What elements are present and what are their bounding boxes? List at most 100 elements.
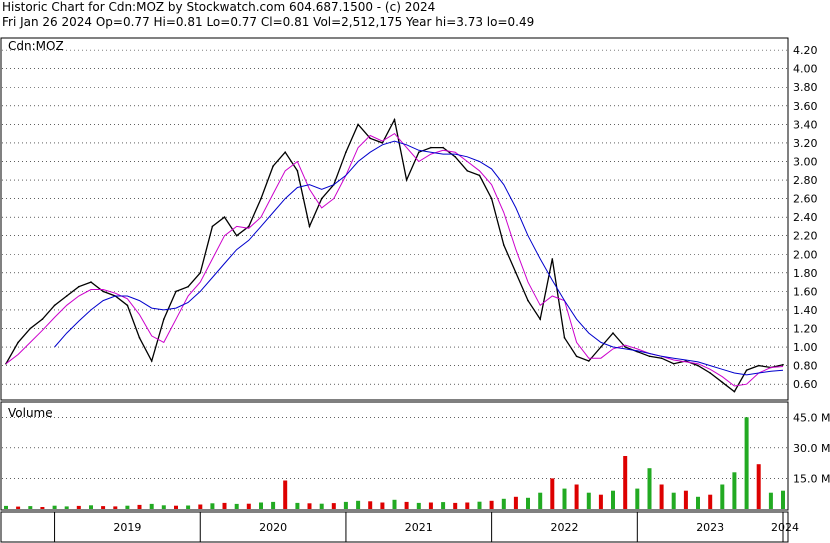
price-point xyxy=(672,362,675,365)
volume-bar xyxy=(538,492,543,509)
volume-panel-frame xyxy=(0,401,789,511)
price-point xyxy=(478,174,481,177)
price-tick-label: 4.00 xyxy=(793,63,818,76)
x-tick-label: 2023 xyxy=(696,521,724,534)
x-tick-label: 2020 xyxy=(259,521,287,534)
volume-bar xyxy=(623,456,628,509)
volume-bar xyxy=(441,502,446,509)
volume-bar xyxy=(89,505,93,509)
volume-bar xyxy=(392,499,397,509)
price-point xyxy=(551,258,554,260)
volume-bar xyxy=(598,494,603,509)
price-point xyxy=(575,355,578,358)
volume-y-axis: 45.0 M 30.0 M 15.0 M xyxy=(793,411,830,485)
volume-bar xyxy=(295,502,300,509)
volume-bar xyxy=(781,490,785,509)
price-point xyxy=(17,341,19,344)
price-point xyxy=(357,123,359,126)
price-point xyxy=(709,372,711,374)
price-point xyxy=(466,170,469,172)
price-tick-label: 1.60 xyxy=(793,285,818,298)
price-point xyxy=(296,170,299,172)
volume-bar xyxy=(368,501,373,509)
price-point xyxy=(745,369,748,372)
volume-bar xyxy=(28,506,33,509)
price-tick-label: 2.20 xyxy=(793,230,818,243)
price-tick-label: 1.20 xyxy=(793,322,818,335)
volume-tick-label: 45.0 M xyxy=(793,411,830,424)
volume-bar xyxy=(222,502,227,509)
price-point xyxy=(782,363,784,366)
volume-bar xyxy=(161,505,166,509)
price-point xyxy=(660,357,663,360)
x-tick-label: 2022 xyxy=(551,521,579,534)
price-point xyxy=(272,165,274,167)
volume-bar xyxy=(671,492,676,509)
volume-bar xyxy=(101,506,106,509)
volume-bar xyxy=(550,478,555,509)
volume-bar xyxy=(319,503,324,509)
price-tick-label: 0.60 xyxy=(793,378,818,391)
price-point xyxy=(600,346,602,348)
price-point xyxy=(345,151,347,153)
volume-bar xyxy=(149,503,154,509)
price-tick-label: 1.80 xyxy=(793,267,818,280)
volume-bar xyxy=(708,494,713,509)
volume-bar xyxy=(526,497,530,509)
price-point xyxy=(199,272,202,274)
price-point xyxy=(126,304,129,307)
price-point xyxy=(175,290,177,293)
price-point xyxy=(490,197,493,200)
price-tick-label: 1.40 xyxy=(793,304,818,317)
price-tick-label: 0.80 xyxy=(793,360,818,373)
volume-bar xyxy=(489,500,494,509)
price-point xyxy=(138,337,141,339)
price-tick-label: 4.20 xyxy=(793,44,818,57)
volume-bar xyxy=(343,501,348,509)
price-tick-label: 2.40 xyxy=(793,211,818,224)
volume-bar xyxy=(732,472,737,509)
volume-bar xyxy=(246,503,251,509)
volume-bar xyxy=(64,506,69,509)
volume-bar xyxy=(198,504,203,509)
volume-bar xyxy=(16,506,21,509)
price-point xyxy=(393,118,396,121)
volume-bar xyxy=(404,501,409,509)
volume-bar xyxy=(40,507,45,509)
price-point xyxy=(260,197,262,200)
volume-bar xyxy=(271,501,276,509)
price-point xyxy=(308,225,311,228)
volume-panel-label: Volume xyxy=(8,406,53,420)
price-point xyxy=(430,146,432,149)
volume-bar xyxy=(513,496,518,509)
price-point xyxy=(223,216,226,218)
price-point xyxy=(187,285,189,288)
price-point xyxy=(248,225,250,228)
price-point xyxy=(150,360,153,362)
price-point xyxy=(697,364,699,367)
price-point xyxy=(29,327,32,330)
volume-tick-label: 30.0 M xyxy=(793,442,830,455)
price-point xyxy=(235,234,238,237)
price-point xyxy=(90,281,92,283)
price-point xyxy=(539,318,541,321)
volume-bar xyxy=(744,417,749,509)
volume-bar xyxy=(647,468,652,509)
volume-bar xyxy=(501,498,506,509)
price-point xyxy=(563,337,566,339)
volume-bar xyxy=(574,484,579,509)
volume-bar xyxy=(586,492,591,509)
volume-bar xyxy=(356,500,361,509)
price-tick-label: 1.00 xyxy=(793,341,818,354)
volume-bar xyxy=(696,496,700,509)
volume-bar xyxy=(52,505,57,509)
volume-bar xyxy=(210,503,215,509)
price-point xyxy=(503,244,505,246)
price-point xyxy=(418,151,420,153)
volume-bar xyxy=(416,502,421,509)
volume-bar xyxy=(635,488,640,509)
volume-tick-label: 15.0 M xyxy=(793,472,830,485)
price-point xyxy=(527,299,529,302)
volume-bar xyxy=(562,488,567,509)
price-point xyxy=(757,364,760,367)
